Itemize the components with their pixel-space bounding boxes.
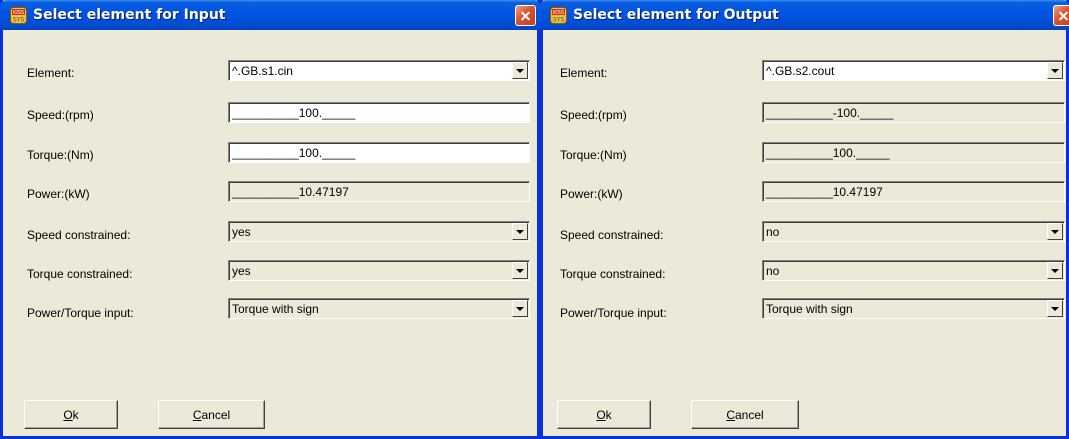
- kiss-app-icon: KISS SYS: [10, 7, 27, 24]
- torque-constrained-select[interactable]: yes: [228, 260, 530, 281]
- dialog-title: Select element for Input: [33, 7, 226, 23]
- power-torque-input-label: Power/Torque input:: [560, 306, 667, 320]
- cancel-button[interactable]: Cancel: [691, 400, 799, 429]
- kiss-app-icon: KISS SYS: [550, 7, 567, 24]
- svg-text:SYS: SYS: [553, 17, 564, 24]
- title-bar[interactable]: KISS SYS Select element for Input: [0, 0, 540, 30]
- power-field[interactable]: __________10.47197: [228, 181, 530, 202]
- power-torque-input-select[interactable]: Torque with sign: [762, 298, 1065, 319]
- torque-input[interactable]: __________100._____: [228, 142, 530, 163]
- speed-label: Speed:(rpm): [560, 108, 627, 122]
- title-bar[interactable]: KISS SYS Select element for Output: [540, 0, 1069, 30]
- torque-field[interactable]: __________100._____: [762, 142, 1065, 163]
- dialog-title: Select element for Output: [573, 7, 779, 23]
- speed-label: Speed:(rpm): [27, 108, 94, 122]
- speed-constrained-label: Speed constrained:: [27, 228, 131, 242]
- torque-constrained-label: Torque constrained:: [27, 267, 133, 281]
- svg-text:KISS: KISS: [13, 10, 24, 16]
- input-dialog: KISS SYS Select element for Input Elemen…: [0, 0, 540, 439]
- element-label: Element:: [27, 66, 75, 80]
- svg-text:SYS: SYS: [13, 17, 24, 24]
- svg-text:KISS: KISS: [553, 10, 564, 16]
- power-field[interactable]: __________10.47197: [762, 181, 1065, 202]
- chevron-down-icon[interactable]: [1047, 300, 1063, 317]
- ok-button[interactable]: Ok: [557, 400, 651, 429]
- chevron-down-icon[interactable]: [1047, 223, 1063, 240]
- chevron-down-icon[interactable]: [1047, 262, 1063, 279]
- power-torque-input-select[interactable]: Torque with sign: [228, 298, 530, 319]
- cancel-button[interactable]: Cancel: [158, 400, 265, 429]
- element-select[interactable]: ^.GB.s1.cin: [228, 60, 530, 81]
- power-label: Power:(kW): [560, 187, 623, 201]
- close-icon[interactable]: [515, 5, 536, 26]
- torque-constrained-label: Torque constrained:: [560, 267, 666, 281]
- speed-constrained-select[interactable]: yes: [228, 221, 530, 242]
- chevron-down-icon[interactable]: [512, 62, 528, 79]
- chevron-down-icon[interactable]: [512, 223, 528, 240]
- speed-constrained-label: Speed constrained:: [560, 228, 664, 242]
- chevron-down-icon[interactable]: [512, 300, 528, 317]
- chevron-down-icon[interactable]: [512, 262, 528, 279]
- torque-constrained-select[interactable]: no: [762, 260, 1065, 281]
- speed-input[interactable]: __________100._____: [228, 102, 530, 123]
- torque-label: Torque:(Nm): [560, 148, 627, 162]
- torque-label: Torque:(Nm): [27, 148, 94, 162]
- chevron-down-icon[interactable]: [1047, 62, 1063, 79]
- close-icon[interactable]: [1053, 5, 1069, 26]
- ok-button[interactable]: Ok: [24, 400, 118, 429]
- power-torque-input-label: Power/Torque input:: [27, 306, 134, 320]
- speed-constrained-select[interactable]: no: [762, 221, 1065, 242]
- element-label: Element:: [560, 66, 608, 80]
- speed-field[interactable]: __________-100._____: [762, 102, 1065, 123]
- element-select[interactable]: ^.GB.s2.cout: [762, 60, 1065, 81]
- output-dialog: KISS SYS Select element for Output Eleme…: [540, 0, 1069, 439]
- power-label: Power:(kW): [27, 187, 90, 201]
